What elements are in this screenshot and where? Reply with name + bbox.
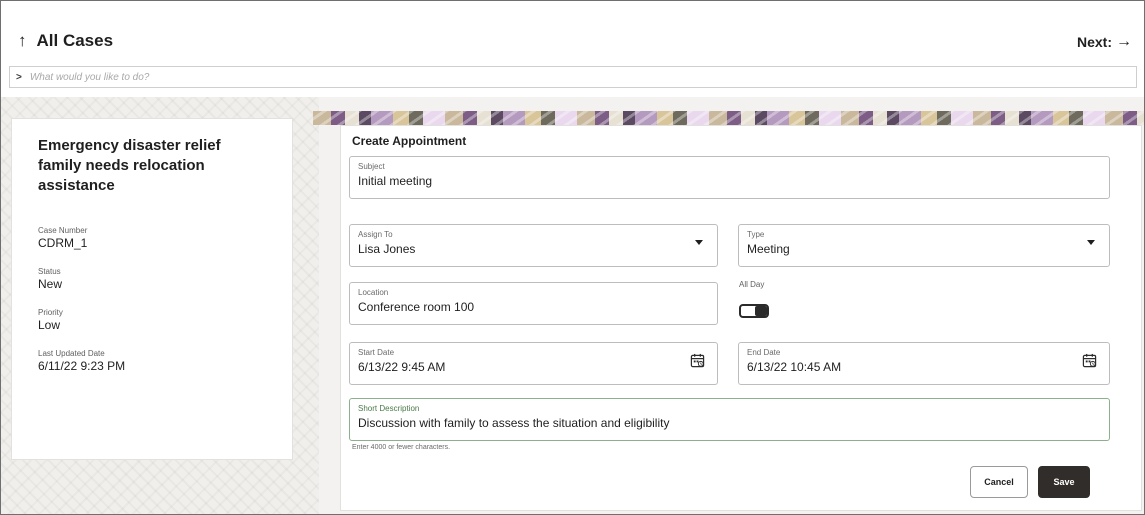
status-label: Status xyxy=(38,267,61,276)
next-label: Next: xyxy=(1076,34,1112,50)
priority-field: Priority Low xyxy=(38,308,63,333)
subject-label: Subject xyxy=(358,162,385,171)
chevron-right-icon: > xyxy=(16,71,22,83)
case-summary-card: Emergency disaster relief family needs r… xyxy=(11,118,293,460)
form-title: Create Appointment xyxy=(352,134,467,148)
decorative-banner-overlay xyxy=(313,111,1144,125)
case-number-value: CDRM_1 xyxy=(38,236,88,250)
case-title: Emergency disaster relief family needs r… xyxy=(38,137,221,194)
last-updated-field: Last Updated Date 6/11/22 9:23 PM xyxy=(38,349,125,374)
page-header: ↑ All Cases Next: → xyxy=(1,1,1144,65)
all-day-toggle[interactable] xyxy=(739,304,769,318)
last-updated-value: 6/11/22 9:23 PM xyxy=(38,359,126,373)
next-link[interactable]: Next: → xyxy=(1077,33,1132,51)
location-label: Location xyxy=(358,288,389,297)
priority-value: Low xyxy=(38,318,61,332)
all-day-label: All Day xyxy=(739,280,765,289)
all-cases-label: All Cases xyxy=(36,31,114,50)
short-description-value: Discussion with family to assess the sit… xyxy=(358,416,670,430)
assign-to-label: Assign To xyxy=(358,230,393,239)
right-arrow-icon: → xyxy=(1116,33,1132,50)
short-description-field[interactable]: Short Description Discussion with family… xyxy=(349,398,1110,441)
cancel-button[interactable]: Cancel xyxy=(970,466,1028,498)
end-date-value: 6/13/22 10:45 AM xyxy=(747,360,842,374)
location-value: Conference room 100 xyxy=(358,300,475,314)
end-date-field[interactable]: End Date 6/13/22 10:45 AM xyxy=(738,342,1110,385)
calendar-icon[interactable] xyxy=(690,353,705,368)
calendar-icon[interactable] xyxy=(1082,353,1097,368)
command-input[interactable] xyxy=(29,71,630,83)
command-bar[interactable]: > xyxy=(9,66,1137,88)
caret-down-icon xyxy=(695,240,703,245)
start-date-value: 6/13/22 9:45 AM xyxy=(358,360,446,374)
start-date-field[interactable]: Start Date 6/13/22 9:45 AM xyxy=(349,342,718,385)
caret-down-icon xyxy=(1087,240,1095,245)
type-value: Meeting xyxy=(747,242,790,256)
subject-value: Initial meeting xyxy=(358,174,433,188)
status-value: New xyxy=(38,277,63,291)
end-date-label: End Date xyxy=(747,348,781,357)
create-appointment-form: Create Appointment Subject Initial meeti… xyxy=(340,125,1142,511)
priority-label: Priority xyxy=(38,308,63,317)
last-updated-label: Last Updated Date xyxy=(38,349,105,358)
character-limit-helper: Enter 4000 or fewer characters. xyxy=(352,444,451,451)
main-content: Emergency disaster relief family needs r… xyxy=(1,97,1144,514)
all-cases-link[interactable]: ↑ All Cases xyxy=(18,31,113,51)
location-field[interactable]: Location Conference room 100 xyxy=(349,282,718,325)
up-arrow-icon: ↑ xyxy=(18,31,27,50)
case-number-field: Case Number CDRM_1 xyxy=(38,226,87,251)
short-description-label: Short Description xyxy=(358,404,420,413)
subject-field[interactable]: Subject Initial meeting xyxy=(349,156,1110,199)
save-button[interactable]: Save xyxy=(1038,466,1090,498)
type-label: Type xyxy=(747,230,765,239)
app-window: ↑ All Cases Next: → > Emergency disaster… xyxy=(0,0,1145,515)
assign-to-value: Lisa Jones xyxy=(358,242,416,256)
start-date-label: Start Date xyxy=(358,348,395,357)
status-field: Status New xyxy=(38,267,62,292)
toggle-knob xyxy=(755,306,767,316)
case-number-label: Case Number xyxy=(38,226,88,235)
assign-to-select[interactable]: Assign To Lisa Jones xyxy=(349,224,718,267)
type-select[interactable]: Type Meeting xyxy=(738,224,1110,267)
